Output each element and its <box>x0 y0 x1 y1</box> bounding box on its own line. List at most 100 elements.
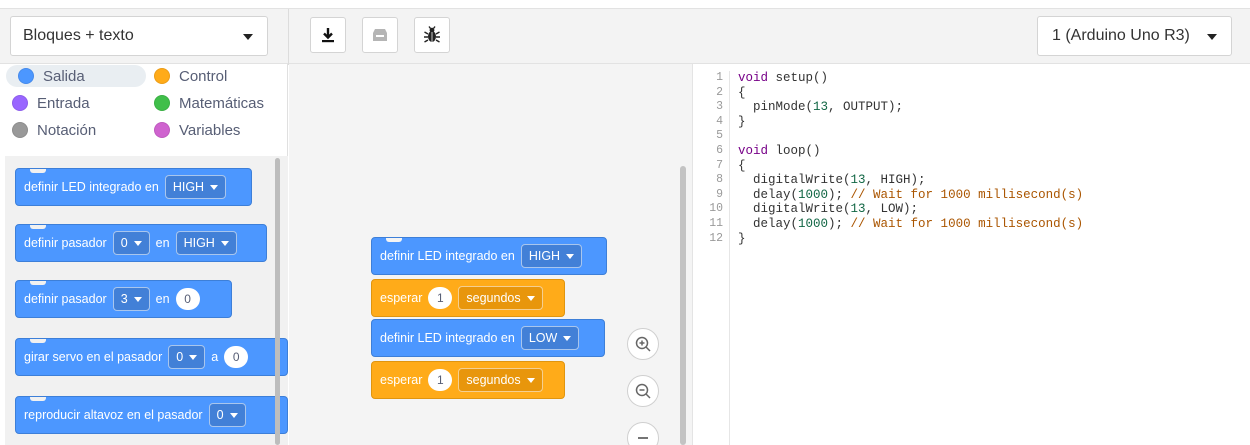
block-label: esperar <box>380 291 423 305</box>
code-lines: void setup(){ pinMode(13, OUTPUT);} void … <box>738 71 1083 246</box>
workspace-scrollbar[interactable] <box>680 166 686 445</box>
code-token: , LOW); <box>865 202 919 217</box>
block-flyout: definir LED integrado en HIGH definir pa… <box>5 156 288 445</box>
block-dropdown[interactable]: segundos <box>458 286 543 310</box>
zoom-reset-button[interactable] <box>627 422 659 445</box>
code-line: void setup() <box>738 71 1083 86</box>
code-token: delay( <box>738 216 799 231</box>
chevron-down-icon <box>243 34 253 40</box>
line-number: 7 <box>716 158 723 172</box>
block-number-input[interactable]: 0 <box>175 288 200 310</box>
code-token: 1000 <box>798 187 829 202</box>
category-label: Variables <box>179 121 241 139</box>
caret-down-icon <box>220 240 229 246</box>
caret-down-icon <box>566 253 575 259</box>
code-line: { <box>738 86 1083 101</box>
block-dropdown[interactable]: segundos <box>458 368 543 392</box>
line-number: 6 <box>716 143 723 157</box>
block-label: definir LED integrado en <box>24 180 159 194</box>
block-dropdown[interactable]: 0 <box>208 403 246 427</box>
block-label: reproducir altavoz en el pasador <box>24 408 203 422</box>
board-select[interactable]: 1 (Arduino Uno R3) <box>1037 16 1232 56</box>
code-token: } <box>738 231 746 246</box>
code-line: } <box>738 115 1083 130</box>
block-label: definir pasador <box>24 236 107 250</box>
app-window: Bloques + texto 1 (Arduino Uno R3) Salid… <box>0 0 1250 445</box>
block-palette: Salida Control Entrada Matemáticas Notac… <box>0 64 288 445</box>
workspace-block-set-builtin-led-low[interactable]: definir LED integrado en LOW <box>371 319 605 357</box>
palette-block-set-builtin-led[interactable]: definir LED integrado en HIGH <box>15 168 252 206</box>
code-line: delay(1000); // Wait for 1000 millisecon… <box>738 188 1083 203</box>
caret-down-icon <box>133 240 142 246</box>
code-token: 13 <box>813 100 829 115</box>
category-notacion[interactable]: Notación <box>0 119 140 141</box>
block-label: definir LED integrado en <box>380 249 515 263</box>
download-icon <box>322 28 334 43</box>
block-number-input[interactable]: 1 <box>428 369 453 391</box>
code-line: } <box>738 232 1083 247</box>
upload-button[interactable] <box>362 17 398 53</box>
block-dropdown[interactable]: HIGH <box>164 175 227 199</box>
palette-block-rotate-servo[interactable]: girar servo en el pasador 0 a 0 <box>15 338 288 376</box>
palette-block-play-speaker[interactable]: reproducir altavoz en el pasador 0 <box>15 396 288 434</box>
palette-block-set-pin-analog[interactable]: definir pasador 3 en 0 <box>15 280 232 318</box>
caret-down-icon <box>229 412 238 418</box>
category-variables[interactable]: Variables <box>142 119 282 141</box>
code-token: { <box>738 85 746 100</box>
block-dropdown[interactable]: 0 <box>112 231 150 255</box>
code-line: digitalWrite(13, LOW); <box>738 202 1083 217</box>
line-number: 3 <box>716 100 723 114</box>
zoom-in-button[interactable] <box>627 328 659 360</box>
category-dot-icon <box>12 122 28 138</box>
workspace-block-wait-1[interactable]: esperar 1 segundos <box>371 279 565 317</box>
category-matematicas[interactable]: Matemáticas <box>142 92 282 114</box>
category-dot-icon <box>12 95 28 111</box>
category-label: Notación <box>37 121 97 139</box>
palette-block-set-pin[interactable]: definir pasador 0 en HIGH <box>15 224 267 262</box>
workspace-block-wait-2[interactable]: esperar 1 segundos <box>371 361 565 399</box>
block-dropdown[interactable]: LOW <box>520 326 580 350</box>
line-number: 10 <box>709 202 723 216</box>
caret-down-icon <box>526 295 535 301</box>
code-token: setup() <box>768 71 829 85</box>
zoom-out-button[interactable] <box>627 375 659 407</box>
code-token: , OUTPUT); <box>828 100 904 115</box>
category-label: Matemáticas <box>179 94 265 112</box>
category-dot-icon <box>154 68 170 84</box>
caret-down-icon <box>526 377 535 383</box>
code-editor[interactable]: 1 2 3 4 5 6 7 8 9 10 11 12 void setup(){ pinMode(13… <box>692 64 1250 445</box>
block-dropdown[interactable]: HIGH <box>520 244 583 268</box>
block-dropdown[interactable]: HIGH <box>175 231 237 255</box>
block-dropdown[interactable]: 3 <box>112 287 150 311</box>
line-number: 9 <box>716 187 723 201</box>
line-number-gutter: 1 2 3 4 5 6 7 8 9 10 11 12 <box>693 71 730 445</box>
code-token: ); <box>828 216 851 231</box>
line-number: 11 <box>709 216 723 230</box>
code-token: // Wait for 1000 millisecond(s) <box>850 187 1084 202</box>
download-button[interactable] <box>310 17 346 53</box>
block-dropdown[interactable]: 0 <box>168 345 206 369</box>
category-entrada[interactable]: Entrada <box>0 92 140 114</box>
code-token: } <box>738 114 746 129</box>
board-select-value: 1 (Arduino Uno R3) <box>1052 27 1190 44</box>
code-token: pinMode( <box>738 100 814 115</box>
blocks-workspace[interactable]: definir LED integrado en HIGH esperar 1 … <box>289 64 692 445</box>
category-salida[interactable]: Salida <box>6 65 146 87</box>
block-number-input[interactable]: 1 <box>428 287 453 309</box>
category-control[interactable]: Control <box>142 65 282 87</box>
code-token: // Wait for 1000 millisecond(s) <box>850 216 1084 231</box>
block-label: girar servo en el pasador <box>24 350 163 364</box>
mode-select[interactable]: Bloques + texto <box>10 16 268 56</box>
caret-down-icon <box>189 354 198 360</box>
workspace-block-set-builtin-led-high[interactable]: definir LED integrado en HIGH <box>371 237 607 275</box>
zoom-reset-icon <box>638 437 648 439</box>
block-number-input[interactable]: 0 <box>224 346 249 368</box>
palette-scrollbar[interactable] <box>275 158 280 445</box>
zoom-out-icon <box>635 383 651 399</box>
code-token: digitalWrite( <box>738 173 851 188</box>
code-line: void loop() <box>738 144 1083 159</box>
block-label: definir pasador <box>24 292 107 306</box>
debug-button[interactable] <box>414 17 450 53</box>
code-token: digitalWrite( <box>738 202 851 217</box>
